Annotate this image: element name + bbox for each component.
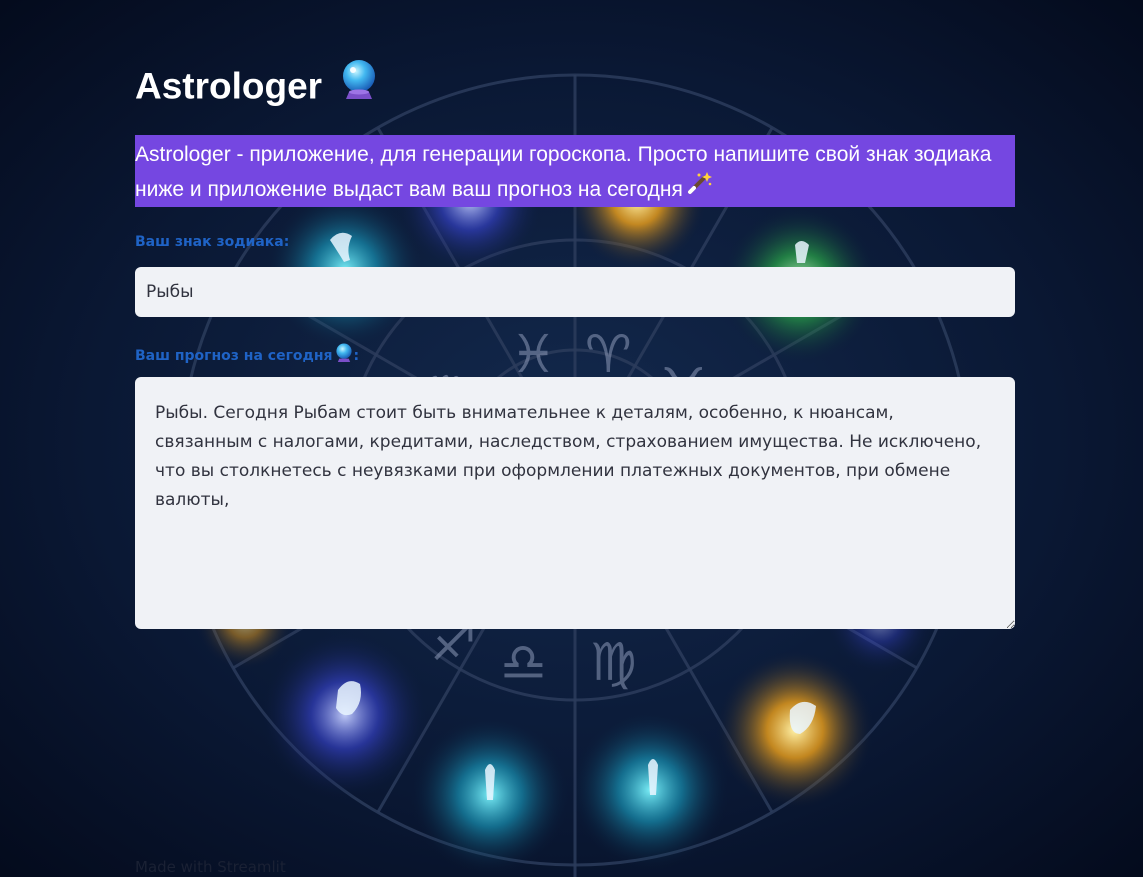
intro-text: Astrologer - приложение, для генерации г… <box>135 143 992 201</box>
forecast-label-suffix: : <box>353 348 360 364</box>
intro-banner: Astrologer - приложение, для генерации г… <box>135 135 1015 207</box>
magic-wand-icon <box>687 171 713 206</box>
zodiac-sign-input[interactable] <box>135 267 1015 317</box>
svg-text:♎: ♎ <box>500 633 547 693</box>
crystal-ball-icon <box>340 59 378 112</box>
svg-text:♓: ♓ <box>510 325 557 385</box>
svg-text:♍: ♍ <box>590 633 637 693</box>
svg-text:♈: ♈ <box>585 325 632 385</box>
sign-label: Ваш знак зодиака: <box>135 234 290 250</box>
forecast-textarea[interactable]: Рыбы. Сегодня Рыбам стоит быть вниматель… <box>135 377 1015 629</box>
forecast-label: Ваш прогноз на сегодня : <box>135 343 360 368</box>
crystal-ball-icon <box>335 343 353 367</box>
forecast-label-text: Ваш прогноз на сегодня <box>135 348 333 364</box>
page-title: Astrologer <box>135 59 378 115</box>
footer-made-with[interactable]: Made with Streamlit <box>135 858 286 876</box>
page-title-text: Astrologer <box>135 65 323 107</box>
